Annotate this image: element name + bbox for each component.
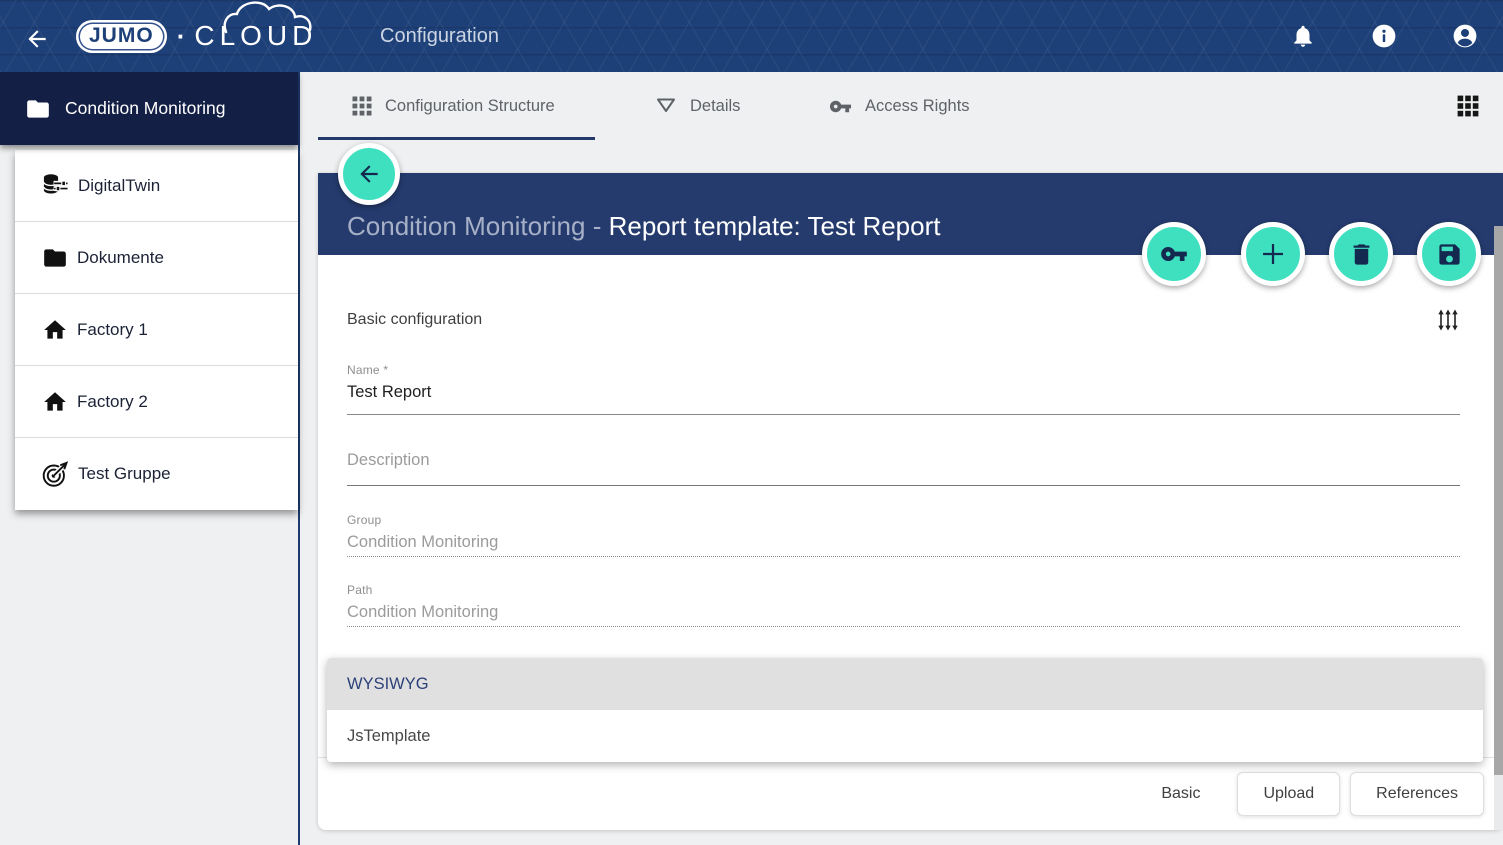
topbar-actions xyxy=(1290,0,1478,72)
trash-icon xyxy=(1348,241,1375,268)
panel-action-buttons xyxy=(1142,222,1481,286)
sidebar-item-label: DigitalTwin xyxy=(78,176,160,196)
name-field[interactable]: Name * Test Report xyxy=(347,363,1460,415)
page-title: Configuration xyxy=(380,0,499,72)
tab-access-rights[interactable]: Access Rights xyxy=(829,72,970,140)
name-field-label: Name * xyxy=(347,363,1460,377)
description-field-placeholder[interactable]: Description xyxy=(347,451,1460,470)
folder-icon xyxy=(42,245,68,271)
sidebar-divider xyxy=(298,72,300,845)
tab-details[interactable]: Details xyxy=(655,72,740,140)
account-icon[interactable] xyxy=(1452,23,1478,49)
sidebar-item-factory-2[interactable]: Factory 2 xyxy=(15,366,298,438)
path-field-label: Path xyxy=(347,583,1460,597)
topbar: JUMO · CLOUD Configuration xyxy=(0,0,1503,72)
dropdown-option-wysiwyg[interactable]: WYSIWYG xyxy=(327,658,1483,710)
topbar-back-icon[interactable] xyxy=(24,26,50,52)
section-title: Basic configuration xyxy=(347,311,482,329)
description-field[interactable]: Description xyxy=(347,451,1460,486)
add-button[interactable] xyxy=(1241,222,1305,286)
sidebar-item-test-gruppe[interactable]: Test Gruppe xyxy=(15,438,298,510)
info-icon[interactable] xyxy=(1371,23,1397,49)
tab-configuration-structure[interactable]: Configuration Structure xyxy=(352,72,555,140)
panel-back-button[interactable] xyxy=(338,143,400,205)
sidebar-header-condition-monitoring[interactable]: Condition Monitoring xyxy=(0,72,298,145)
panel-title: Condition Monitoring - Report template: … xyxy=(347,211,940,242)
bottom-tab-references[interactable]: References xyxy=(1350,772,1484,816)
sidebar-item-label: Test Gruppe xyxy=(78,464,171,484)
sidebar-item-label: Factory 1 xyxy=(77,320,148,340)
key-icon xyxy=(1160,240,1188,268)
group-field-label: Group xyxy=(347,513,1460,527)
tab-label: Configuration Structure xyxy=(385,97,555,116)
panel-title-main: Report template: Test Report xyxy=(609,211,941,241)
funnel-icon xyxy=(655,95,677,117)
key-icon xyxy=(829,95,852,118)
sidebar-item-list: DigitalTwin Dokumente Factory 1 Factory … xyxy=(15,150,298,510)
tab-label: Details xyxy=(690,97,740,116)
group-field-value: Condition Monitoring xyxy=(347,533,1460,552)
sidebar-header-label: Condition Monitoring xyxy=(65,98,226,119)
home-icon xyxy=(42,317,68,343)
home-icon xyxy=(42,389,68,415)
notifications-bell-icon[interactable] xyxy=(1290,23,1316,49)
tab-label: Access Rights xyxy=(865,97,970,116)
sidebar-item-factory-1[interactable]: Factory 1 xyxy=(15,294,298,366)
cloud-outline-icon xyxy=(220,0,330,34)
target-icon xyxy=(42,461,69,488)
scrollbar-thumb[interactable] xyxy=(1494,226,1503,775)
dropdown-option-jstemplate[interactable]: JsTemplate xyxy=(327,710,1483,762)
arrow-left-icon xyxy=(356,161,382,187)
name-field-value[interactable]: Test Report xyxy=(347,383,1460,402)
panel-title-prefix: Condition Monitoring - xyxy=(347,211,609,241)
bottom-tab-strip: Basic Upload References xyxy=(318,757,1503,830)
access-key-button[interactable] xyxy=(1142,222,1206,286)
scrollbar-track xyxy=(1494,775,1503,830)
grid-icon xyxy=(352,96,372,116)
folder-icon xyxy=(25,96,51,122)
basic-configuration-form: Basic configuration Name * Test Report D… xyxy=(318,307,1503,627)
tune-sliders-icon[interactable] xyxy=(1436,308,1460,332)
plus-icon xyxy=(1258,239,1288,269)
active-tab-underline xyxy=(318,137,595,140)
save-floppy-icon xyxy=(1436,241,1463,268)
main-tab-bar: Configuration Structure Details Access R… xyxy=(300,72,1503,140)
path-field: Path Condition Monitoring xyxy=(347,583,1460,627)
sidebar-item-label: Dokumente xyxy=(77,248,164,268)
jumo-logo-badge: JUMO xyxy=(76,20,167,53)
path-field-value: Condition Monitoring xyxy=(347,603,1460,622)
logo-separator: · xyxy=(177,21,186,52)
template-type-dropdown: WYSIWYG JsTemplate xyxy=(327,658,1483,762)
delete-button[interactable] xyxy=(1329,222,1393,286)
bottom-tab-upload[interactable]: Upload xyxy=(1237,772,1340,816)
sidebar-item-label: Factory 2 xyxy=(77,392,148,412)
cloud-logo: CLOUD xyxy=(194,22,317,50)
sidebar-item-digitaltwin[interactable]: DigitalTwin xyxy=(15,150,298,222)
digital-twin-database-icon xyxy=(42,172,69,199)
sidebar-item-dokumente[interactable]: Dokumente xyxy=(15,222,298,294)
group-field: Group Condition Monitoring xyxy=(347,513,1460,557)
save-button[interactable] xyxy=(1417,222,1481,286)
bottom-tab-basic[interactable]: Basic xyxy=(1134,785,1227,803)
apps-grid-icon[interactable] xyxy=(1457,95,1479,117)
jumo-cloud-logo: JUMO · CLOUD xyxy=(76,0,317,72)
